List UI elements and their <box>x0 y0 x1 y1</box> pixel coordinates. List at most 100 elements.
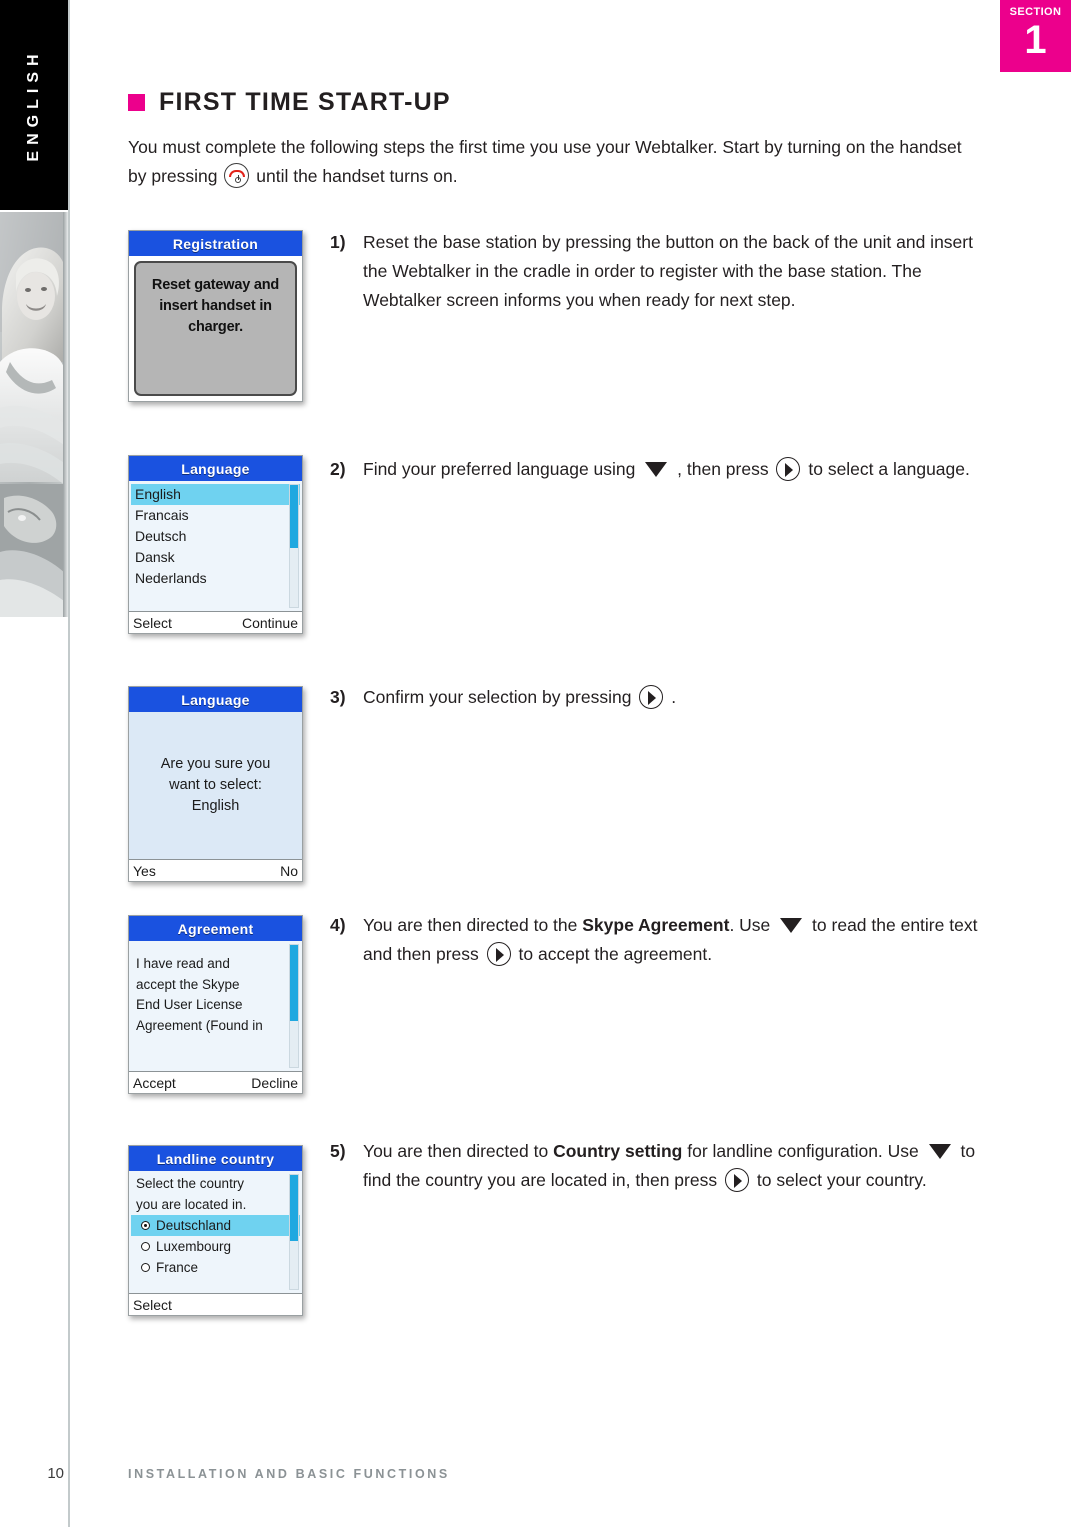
list-item[interactable]: Francais <box>131 505 300 526</box>
vertical-divider <box>68 0 70 1527</box>
list-item[interactable]: Nederlands <box>131 568 300 589</box>
scrollbar-thumb[interactable] <box>290 945 298 1021</box>
footer-chapter-text: INSTALLATION AND BASIC FUNCTIONS <box>128 1467 450 1481</box>
registration-panel: Reset gateway and insert handset in char… <box>134 261 297 396</box>
radio-option-label: Luxembourg <box>156 1239 232 1254</box>
landline-country-footer: Select <box>129 1293 302 1315</box>
step-3-part1: Confirm your selection by pressing <box>363 687 632 707</box>
agreement-rows: I have read and accept the Skype End Use… <box>129 944 302 1036</box>
list-item[interactable]: Dansk <box>131 547 300 568</box>
down-arrow-key-icon <box>928 1144 951 1159</box>
step-4-part4: to accept the agreement. <box>518 944 713 964</box>
list-item[interactable]: Deutsch <box>131 526 300 547</box>
language-confirm-footer: Yes No <box>129 859 302 881</box>
section-badge-number: 1 <box>1024 18 1047 62</box>
scrollbar[interactable] <box>289 484 299 608</box>
left-sidebar: ENGLISH <box>0 0 68 1527</box>
radio-option[interactable]: France <box>131 1257 300 1278</box>
page-title-text: FIRST TIME START-UP <box>159 88 451 116</box>
step-1: 1) Reset the base station by pressing th… <box>330 228 990 315</box>
step-3-part2: . <box>671 687 677 707</box>
softkey-left[interactable]: Select <box>133 1297 172 1313</box>
screen-language-confirm-body: Are you sure you want to select: English… <box>129 712 302 881</box>
confirm-message: Are you sure you want to select: English <box>129 712 302 859</box>
step-2-number: 2) <box>330 459 346 479</box>
screen-agreement-body: I have read and accept the Skype End Use… <box>129 941 302 1093</box>
country-rows: Select the country you are located in. D… <box>129 1174 302 1278</box>
softkey-left[interactable]: Accept <box>133 1075 176 1091</box>
step-2-part1: Find your preferred language using <box>363 459 636 479</box>
screen-landline-country: Landline country Select the country you … <box>128 1145 303 1316</box>
step-4-bold-term: Skype Agreement <box>582 915 730 935</box>
step-3-number: 3) <box>330 687 346 707</box>
scrollbar-thumb[interactable] <box>290 1175 298 1242</box>
step-4-number: 4) <box>330 915 346 935</box>
radio-option[interactable]: Deutschland <box>131 1215 300 1236</box>
radio-icon <box>141 1242 150 1251</box>
registration-message: Reset gateway and insert handset in char… <box>151 277 280 335</box>
step-5-part1: You are then directed to <box>363 1141 549 1161</box>
language-list-rows: English Francais Deutsch Dansk Nederland… <box>129 484 302 589</box>
step-4-text: You are then directed to the Skype Agree… <box>363 911 990 969</box>
softkey-right[interactable]: No <box>280 863 298 879</box>
step-4-part1: You are then directed to the <box>363 915 578 935</box>
softkey-left[interactable]: Select <box>133 615 172 631</box>
step-1-number: 1) <box>330 232 346 252</box>
scrollbar[interactable] <box>289 944 299 1068</box>
agreement-line: End User License <box>136 997 243 1012</box>
step-5-text: You are then directed to Country setting… <box>363 1137 990 1195</box>
section-badge-label: SECTION <box>1009 6 1062 18</box>
screen-registration-title: Registration <box>129 231 302 256</box>
radio-option[interactable]: Luxembourg <box>131 1236 300 1257</box>
language-list-footer: Select Continue <box>129 611 302 633</box>
confirm-line-2: want to select: <box>169 777 262 793</box>
screen-language-list-title: Language <box>129 456 302 481</box>
softkey-right[interactable]: Decline <box>251 1075 298 1091</box>
agreement-line: accept the Skype <box>136 976 240 992</box>
page-content: FIRST TIME START-UP You must complete th… <box>128 0 1008 191</box>
language-tab: ENGLISH <box>0 0 68 210</box>
screen-landline-country-body: Select the country you are located in. D… <box>129 1171 302 1315</box>
step-5-bold-term: Country setting <box>553 1141 683 1161</box>
step-5-part4: to select your country. <box>756 1170 927 1190</box>
scrollbar-thumb[interactable] <box>290 485 298 549</box>
confirm-line-1: Are you sure you <box>160 756 271 772</box>
screen-landline-country-title: Landline country <box>129 1146 302 1171</box>
softkey-right[interactable]: Continue <box>242 615 298 631</box>
select-key-icon <box>724 1168 749 1192</box>
title-bullet-icon <box>128 94 145 111</box>
list-item[interactable]: English <box>131 484 300 505</box>
select-key-icon <box>639 685 664 709</box>
language-list-area[interactable]: English Francais Deutsch Dansk Nederland… <box>129 481 302 611</box>
page-footer: 10 INSTALLATION AND BASIC FUNCTIONS <box>0 1465 1080 1489</box>
screen-language-list: Language English Francais Deutsch Dansk … <box>128 455 303 634</box>
woman-photo-icon <box>0 212 68 617</box>
page-title: FIRST TIME START-UP <box>128 88 1008 117</box>
radio-option-label: Deutschland <box>156 1218 232 1233</box>
screen-registration: Registration Reset gateway and insert ha… <box>128 230 303 402</box>
section-badge: SECTION 1 <box>1000 0 1071 72</box>
country-prompt-line-1: Select the country <box>136 1176 245 1191</box>
radio-icon <box>141 1263 150 1272</box>
down-arrow-key-icon <box>780 918 803 933</box>
agreement-line: Agreement (Found in <box>136 1017 263 1033</box>
step-4: 4) You are then directed to the Skype Ag… <box>330 911 990 969</box>
agreement-line: I have read and <box>136 956 230 971</box>
select-key-icon <box>776 457 801 481</box>
select-key-icon <box>486 942 511 966</box>
agreement-text-area[interactable]: I have read and accept the Skype End Use… <box>129 941 302 1071</box>
step-2-text: Find your preferred language using , the… <box>363 455 990 484</box>
decorative-photo <box>0 212 68 617</box>
country-list-area[interactable]: Select the country you are located in. D… <box>129 1171 302 1293</box>
radio-option-label: France <box>156 1260 199 1275</box>
scrollbar[interactable] <box>289 1174 299 1290</box>
step-3: 3) Confirm your selection by pressing . <box>330 683 990 712</box>
language-tab-label: ENGLISH <box>25 48 42 162</box>
screen-agreement-title: Agreement <box>129 916 302 941</box>
intro-text-part2: until the handset turns on. <box>256 166 458 186</box>
softkey-left[interactable]: Yes <box>133 863 156 879</box>
confirm-line-3: English <box>191 798 240 814</box>
agreement-footer: Accept Decline <box>129 1071 302 1093</box>
screen-agreement: Agreement I have read and accept the Sky… <box>128 915 303 1094</box>
intro-text-part1: You must complete the following steps th… <box>128 137 962 186</box>
